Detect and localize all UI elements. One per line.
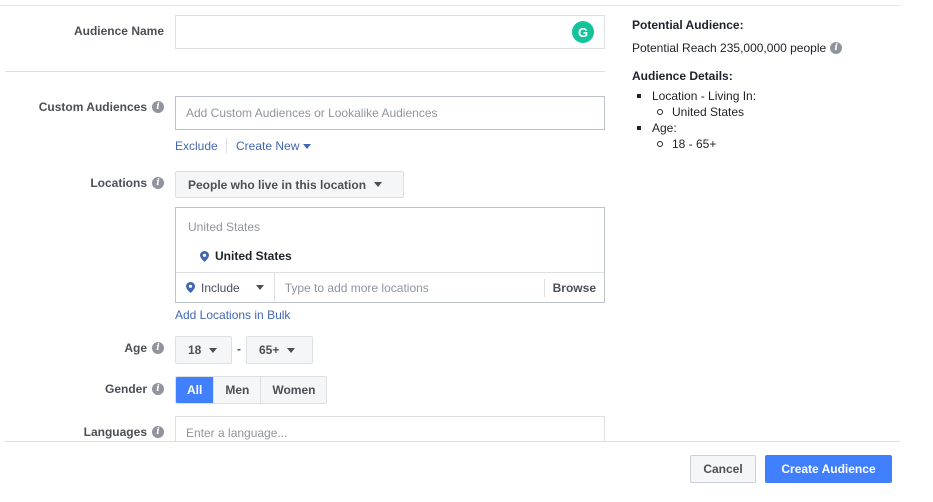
list-item: Age: 18 - 65+: [632, 120, 912, 152]
info-icon[interactable]: i: [152, 101, 164, 113]
info-icon[interactable]: i: [152, 383, 164, 395]
locations-box: United States United States Include Type…: [175, 207, 605, 303]
list-item: Location - Living In: United States: [632, 88, 912, 120]
age-max-dropdown[interactable]: 65+: [246, 336, 313, 364]
caret-down-icon: [287, 347, 296, 353]
potential-reach: Potential Reach 235,000,000 people i: [632, 41, 912, 55]
selected-location[interactable]: United States: [200, 249, 292, 263]
gender-option-women[interactable]: Women: [261, 377, 327, 403]
caret-down-icon: [303, 144, 312, 150]
location-entry-row: Include Type to add more locations Brows…: [176, 272, 604, 302]
create-audience-button[interactable]: Create Audience: [765, 455, 892, 483]
gender-label: Gender i: [105, 382, 164, 396]
gender-option-men[interactable]: Men: [214, 377, 262, 403]
audience-details-heading: Audience Details:: [632, 69, 733, 83]
info-icon[interactable]: i: [830, 42, 843, 54]
info-icon[interactable]: i: [152, 342, 164, 354]
custom-audiences-input[interactable]: Add Custom Audiences or Lookalike Audien…: [175, 96, 605, 130]
location-country-header: United States: [188, 220, 261, 234]
gender-selector: All Men Women: [175, 376, 328, 404]
potential-audience-heading: Potential Audience:: [632, 18, 744, 32]
top-divider: [0, 5, 900, 6]
location-pin-icon: [200, 250, 209, 262]
caret-down-icon: [374, 182, 383, 187]
age-min-dropdown[interactable]: 18: [175, 336, 232, 364]
list-item: United States: [652, 104, 912, 120]
cancel-button[interactable]: Cancel: [690, 455, 756, 483]
footer-divider: [5, 441, 900, 442]
caret-down-icon: [255, 285, 264, 290]
audience-details-list: Location - Living In: United States Age:…: [632, 88, 912, 152]
browse-button[interactable]: Browse: [543, 278, 604, 297]
audience-name-label: Audience Name: [73, 24, 164, 38]
gender-option-all[interactable]: All: [176, 377, 215, 403]
custom-audiences-label: Custom Audiences i: [39, 100, 164, 114]
location-search-input[interactable]: Type to add more locations: [275, 281, 544, 295]
audience-name-input[interactable]: G: [175, 15, 605, 49]
exclude-link[interactable]: Exclude: [175, 139, 218, 153]
include-dropdown[interactable]: Include: [176, 273, 275, 302]
caret-down-icon: [209, 347, 218, 353]
locations-label: Locations i: [90, 176, 164, 190]
info-icon[interactable]: i: [152, 426, 164, 438]
list-item: 18 - 65+: [652, 136, 912, 152]
add-locations-bulk-link[interactable]: Add Locations in Bulk: [175, 308, 290, 322]
languages-label: Languages i: [84, 425, 164, 439]
location-pin-icon: [186, 282, 195, 293]
languages-input[interactable]: Enter a language...: [175, 416, 605, 442]
location-type-dropdown[interactable]: People who live in this location: [175, 171, 404, 198]
info-icon[interactable]: i: [152, 177, 164, 189]
audience-summary-panel: Potential Audience: Potential Reach 235,…: [632, 18, 912, 152]
age-separator: -: [237, 342, 241, 356]
create-new-link[interactable]: Create New: [236, 139, 312, 153]
section-divider: [5, 71, 605, 72]
link-separator: [226, 138, 227, 153]
age-label: Age i: [124, 341, 164, 355]
grammarly-icon[interactable]: G: [572, 21, 594, 43]
